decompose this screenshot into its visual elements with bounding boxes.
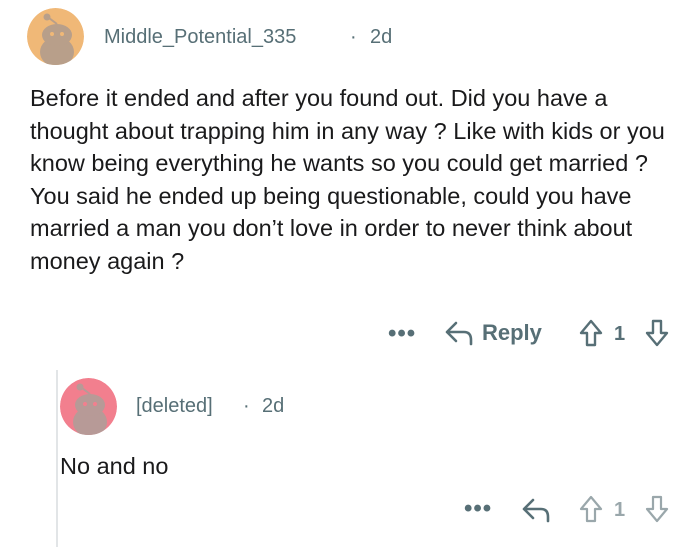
meta-separator: · [350,26,357,48]
reply-arrow-icon [522,498,550,523]
reply-age: 2d [262,395,285,417]
downvote-arrow-icon [645,495,669,523]
vote-score: 1 [614,323,626,345]
comment-age: 2d [370,26,393,48]
upvote-button[interactable] [578,318,604,348]
reply-user-avatar[interactable] [60,378,117,435]
upvote-arrow-icon [579,319,603,347]
upvote-arrow-icon [579,495,603,523]
snoo-avatar-icon [27,8,84,65]
thread-line[interactable] [56,370,58,547]
comment-body: Before it ended and after you found out.… [30,85,665,274]
more-options-button[interactable]: ••• [388,320,416,348]
downvote-button[interactable] [644,494,670,524]
reply-button[interactable]: Reply [444,316,542,350]
more-options-button[interactable]: ••• [464,495,492,523]
reply-username[interactable]: [deleted] [136,395,213,418]
downvote-button[interactable] [644,318,670,348]
vote-score: 1 [614,499,626,521]
reply-button[interactable] [521,497,551,523]
reply-body: No and no [60,453,169,479]
comment-username[interactable]: Middle_Potential_335 [104,26,296,49]
upvote-button[interactable] [578,494,604,524]
downvote-arrow-icon [645,319,669,347]
reply-label: Reply [482,320,542,345]
snoo-avatar-icon [60,378,117,435]
meta-separator: · [243,395,250,417]
reply-arrow-icon [445,321,473,346]
user-avatar[interactable] [27,8,84,65]
